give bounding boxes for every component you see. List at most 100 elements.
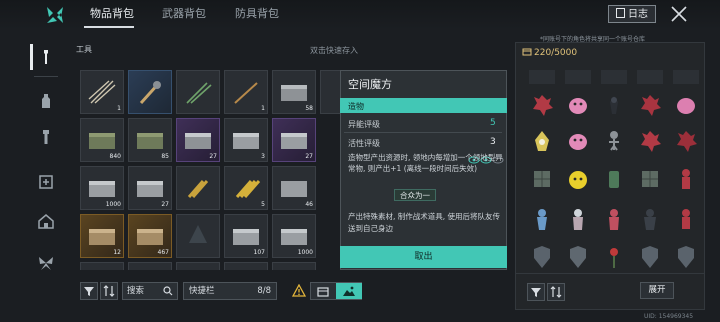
landscape-view-tab[interactable]	[336, 283, 362, 299]
crate-icon	[185, 133, 211, 149]
warning-icon[interactable]	[292, 284, 306, 297]
filter-button[interactable]	[80, 282, 98, 300]
item-slot[interactable]: 1	[224, 70, 268, 114]
expand-button[interactable]: 展开	[640, 282, 674, 299]
take-out-button[interactable]: 取出	[340, 246, 507, 268]
item-slot[interactable]: 840	[80, 118, 124, 162]
item-slot[interactable]: 12	[80, 214, 124, 258]
doll-icon[interactable]	[565, 206, 591, 232]
item-count: 3	[261, 153, 265, 160]
red-creature-icon[interactable]	[637, 92, 663, 118]
crate-view-icon[interactable]	[317, 286, 329, 297]
item-slot[interactable]: 27	[176, 118, 220, 162]
quick-deposit-hint: 双击快速存入	[310, 46, 358, 55]
crate-icon	[137, 229, 163, 245]
sidebar-divider	[34, 76, 58, 77]
black-creature-icon[interactable]	[601, 92, 627, 118]
home-icon[interactable]	[37, 212, 55, 230]
blue-figure-icon[interactable]	[529, 206, 555, 232]
quickbar-count: 8/8	[257, 286, 271, 296]
section-title: 工具	[76, 45, 92, 54]
tab-item-bag[interactable]: 物品背包	[90, 4, 134, 24]
view-toggle[interactable]	[310, 282, 362, 300]
item-slot[interactable]	[272, 262, 316, 270]
search-label: 搜索	[127, 286, 145, 296]
item-count: 5	[261, 201, 265, 208]
torch-icon[interactable]	[37, 128, 55, 146]
dark-figure-icon[interactable]	[637, 206, 663, 232]
storage-slot[interactable]	[529, 70, 555, 84]
pink-creature-icon[interactable]	[565, 128, 591, 154]
sort-button[interactable]	[100, 282, 118, 300]
storage-slot[interactable]	[637, 70, 663, 84]
item-slot[interactable]	[176, 166, 220, 210]
search-input[interactable]: 搜索	[122, 282, 178, 300]
quickbar-selector[interactable]: 快捷栏 8/8	[183, 282, 277, 300]
butterfly-icon[interactable]	[37, 254, 55, 272]
cube-icon[interactable]	[637, 166, 663, 192]
storage-sort-button[interactable]	[547, 283, 565, 301]
drill-icon	[139, 81, 161, 105]
item-slot[interactable]	[80, 262, 124, 270]
armor-icon[interactable]	[529, 244, 555, 270]
item-slot[interactable]: 85	[128, 118, 172, 162]
storage-slot[interactable]	[673, 70, 699, 84]
crate-icon	[89, 133, 115, 149]
storage-slot[interactable]	[565, 70, 591, 84]
item-slot[interactable]	[176, 70, 220, 114]
item-slot[interactable]	[224, 262, 268, 270]
storage-filter-button[interactable]	[527, 283, 545, 301]
item-count: 12	[113, 249, 121, 256]
armor-icon[interactable]	[673, 244, 699, 270]
crate-icon	[233, 133, 259, 149]
item-slot[interactable]: 107	[224, 214, 268, 258]
cube-icon[interactable]	[529, 166, 555, 192]
pink-creature-icon[interactable]	[565, 92, 591, 118]
crate-icon	[281, 229, 307, 245]
item-slot[interactable]	[176, 214, 220, 258]
search-icon	[163, 286, 173, 296]
pink-creature-icon[interactable]	[673, 92, 699, 118]
log-button[interactable]: 日志	[608, 5, 656, 23]
yellow-blob-icon[interactable]	[565, 166, 591, 192]
effect-badge: 合众为一	[394, 189, 436, 201]
tab-weapon-bag[interactable]: 武器背包	[162, 4, 206, 24]
red-figure-icon[interactable]	[601, 206, 627, 232]
red-creature-icon[interactable]	[529, 92, 555, 118]
crate-icon	[137, 133, 163, 149]
item-slot[interactable]	[320, 70, 340, 114]
jar-icon[interactable]	[601, 166, 627, 192]
item-slot[interactable]	[128, 70, 172, 114]
yellow-creature-icon[interactable]	[529, 128, 555, 154]
item-slot[interactable]	[128, 262, 172, 270]
red-creature-icon[interactable]	[673, 128, 699, 154]
red-figure-icon[interactable]	[673, 166, 699, 192]
item-slot[interactable]: 3	[224, 118, 268, 162]
armor-icon[interactable]	[637, 244, 663, 270]
item-slot[interactable]: 58	[272, 70, 316, 114]
item-slot[interactable]: 1000	[80, 166, 124, 210]
item-slot[interactable]	[176, 262, 220, 270]
tools-icon[interactable]	[37, 48, 55, 66]
tab-armor-bag[interactable]: 防具背包	[235, 4, 279, 24]
flower-icon[interactable]	[601, 244, 627, 270]
item-slot[interactable]: 1	[80, 70, 124, 114]
red-figure-icon[interactable]	[673, 206, 699, 232]
medkit-icon[interactable]	[37, 172, 55, 190]
crate-icon	[89, 181, 115, 197]
log-icon	[616, 8, 625, 18]
storage-slot[interactable]	[601, 70, 627, 84]
item-slot[interactable]: 1000	[272, 214, 316, 258]
close-icon[interactable]	[670, 5, 688, 23]
item-count: 58	[305, 105, 313, 112]
item-slot[interactable]: 467	[128, 214, 172, 258]
armor-icon[interactable]	[565, 244, 591, 270]
item-slot[interactable]: 46	[272, 166, 316, 210]
item-slot[interactable]: 27	[128, 166, 172, 210]
item-slot[interactable]: 5	[224, 166, 268, 210]
item-slot[interactable]: 27	[272, 118, 316, 162]
item-count: 1	[117, 105, 121, 112]
red-creature-icon[interactable]	[637, 128, 663, 154]
bottle-icon[interactable]	[37, 92, 55, 110]
skeleton-icon[interactable]	[601, 128, 627, 154]
